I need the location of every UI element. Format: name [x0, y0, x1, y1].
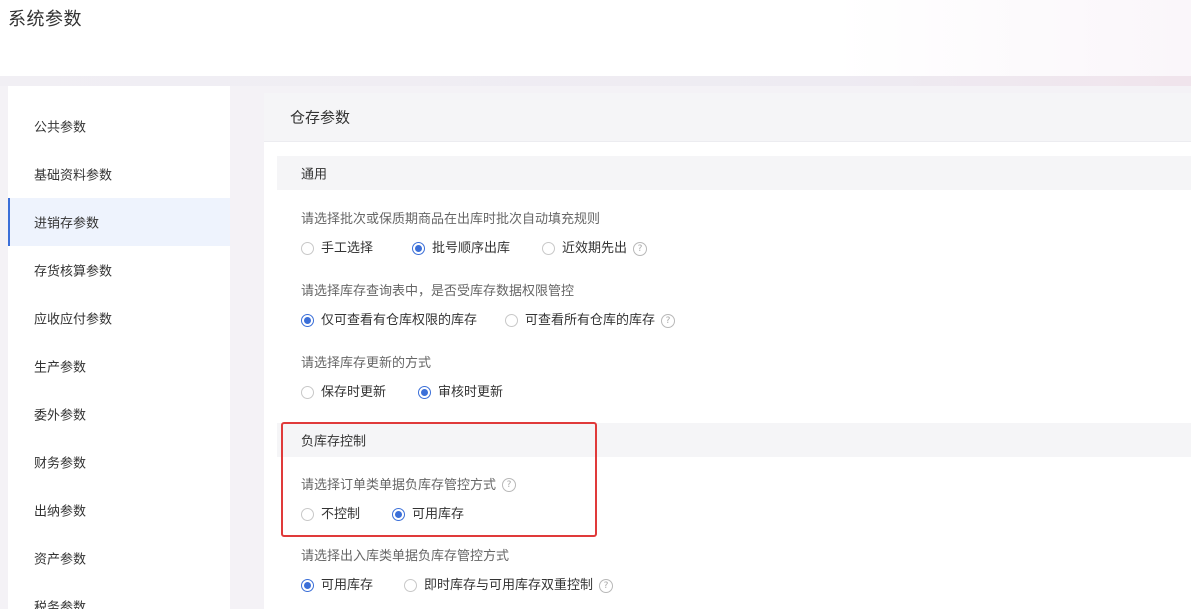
radio-circle-icon: [301, 508, 314, 521]
radio-update-on-audit[interactable]: 审核时更新: [418, 383, 503, 403]
radio-circle-icon: [404, 579, 418, 592]
radio-group-stock-permission-control: 仅可查看有仓库权限的库存 可查看所有仓库的库存?: [301, 311, 676, 331]
radio-checked-icon: [301, 314, 314, 327]
question-stock-permission-control: 请选择库存查询表中，是否受库存数据权限管控: [301, 284, 575, 299]
radio-group-stock-update-method: 保存时更新 审核时更新: [301, 383, 503, 403]
radio-circle-icon: [542, 242, 556, 255]
question-circle-icon[interactable]: ?: [502, 477, 517, 492]
sidebar-item-label: 应收应付参数: [34, 312, 113, 328]
radio-checked-icon: [418, 386, 432, 399]
content-title: 仓存参数: [290, 108, 351, 127]
radio-checked-icon: [412, 242, 426, 255]
radio-all-warehouses[interactable]: 可查看所有仓库的库存: [505, 311, 655, 331]
sidebar-item-asset-params[interactable]: 资产参数: [8, 534, 230, 582]
radio-available-stock-inout[interactable]: 可用库存: [301, 576, 373, 596]
radio-near-expiry-first[interactable]: 近效期先出: [542, 239, 627, 259]
section-header-general: 通用: [277, 156, 1191, 190]
question-inout-negative-stock: 请选择出入库类单据负库存管控方式: [301, 549, 510, 564]
sidebar-item-production-params[interactable]: 生产参数: [8, 342, 230, 390]
sidebar-item-label: 生产参数: [34, 360, 87, 376]
sidebar-item-label: 资产参数: [34, 552, 87, 568]
radio-available-stock[interactable]: 可用库存: [392, 505, 464, 525]
radio-no-control[interactable]: 不控制: [301, 505, 360, 525]
question-circle-icon[interactable]: ?: [633, 241, 648, 256]
radio-circle-icon: [301, 386, 314, 399]
section-title: 通用: [301, 167, 328, 183]
radio-checked-icon: [301, 579, 314, 592]
sidebar-item-label: 财务参数: [34, 456, 87, 472]
radio-checked-icon: [392, 508, 406, 521]
section-header-negative-stock: 负库存控制: [277, 423, 1191, 457]
sidebar-item-inventory-params[interactable]: 进销存参数: [8, 198, 230, 246]
radio-circle-icon: [505, 314, 519, 327]
radio-update-on-save[interactable]: 保存时更新: [301, 383, 386, 403]
sidebar-item-label: 进销存参数: [34, 216, 100, 232]
radio-batch-order-out[interactable]: 批号顺序出库: [412, 239, 510, 259]
sidebar: 公共参数 基础资料参数 进销存参数 存货核算参数 应收应付参数 生产参数 委外参…: [8, 86, 230, 609]
sidebar-item-finance-params[interactable]: 财务参数: [8, 438, 230, 486]
sidebar-item-tax-params[interactable]: 税务参数: [8, 582, 230, 609]
question-circle-icon[interactable]: ?: [661, 313, 676, 328]
radio-group-order-negative-stock: 不控制 可用库存: [301, 505, 464, 525]
radio-only-permitted-warehouses[interactable]: 仅可查看有仓库权限的库存: [301, 311, 477, 331]
radio-group-batch-fill-rule: 手工选择 批号顺序出库 近效期先出?: [301, 239, 648, 259]
sidebar-item-label: 税务参数: [34, 600, 87, 609]
sidebar-item-public-params[interactable]: 公共参数: [8, 102, 230, 150]
question-circle-icon[interactable]: ?: [599, 578, 614, 593]
radio-manual-select[interactable]: 手工选择: [301, 239, 373, 259]
question-order-negative-stock: 请选择订单类单据负库存管控方式?: [301, 474, 517, 493]
header-divider-band: [0, 76, 1191, 86]
content-panel: 仓存参数 通用 请选择批次或保质期商品在出库时批次自动填充规则 手工选择 批号顺序…: [264, 93, 1191, 609]
sidebar-item-label: 存货核算参数: [34, 264, 113, 280]
radio-dual-control[interactable]: 即时库存与可用库存双重控制: [404, 576, 593, 596]
section-title: 负库存控制: [301, 434, 367, 450]
radio-group-inout-negative-stock: 可用库存 即时库存与可用库存双重控制?: [301, 576, 614, 596]
sidebar-item-label: 基础资料参数: [34, 168, 113, 184]
sidebar-item-basic-data-params[interactable]: 基础资料参数: [8, 150, 230, 198]
sidebar-item-outsourcing-params[interactable]: 委外参数: [8, 390, 230, 438]
sidebar-item-cashier-params[interactable]: 出纳参数: [8, 486, 230, 534]
sidebar-item-receivable-payable-params[interactable]: 应收应付参数: [8, 294, 230, 342]
sidebar-item-label: 公共参数: [34, 120, 87, 136]
radio-circle-icon: [301, 242, 314, 255]
content-header: 仓存参数: [264, 93, 1191, 142]
sidebar-item-label: 委外参数: [34, 408, 87, 424]
sidebar-item-label: 出纳参数: [34, 504, 87, 520]
top-bar: 系统参数: [0, 0, 1191, 76]
page-title: 系统参数: [8, 9, 82, 30]
question-batch-fill-rule: 请选择批次或保质期商品在出库时批次自动填充规则: [301, 212, 601, 227]
question-stock-update-method: 请选择库存更新的方式: [301, 356, 432, 371]
sidebar-item-stock-accounting-params[interactable]: 存货核算参数: [8, 246, 230, 294]
